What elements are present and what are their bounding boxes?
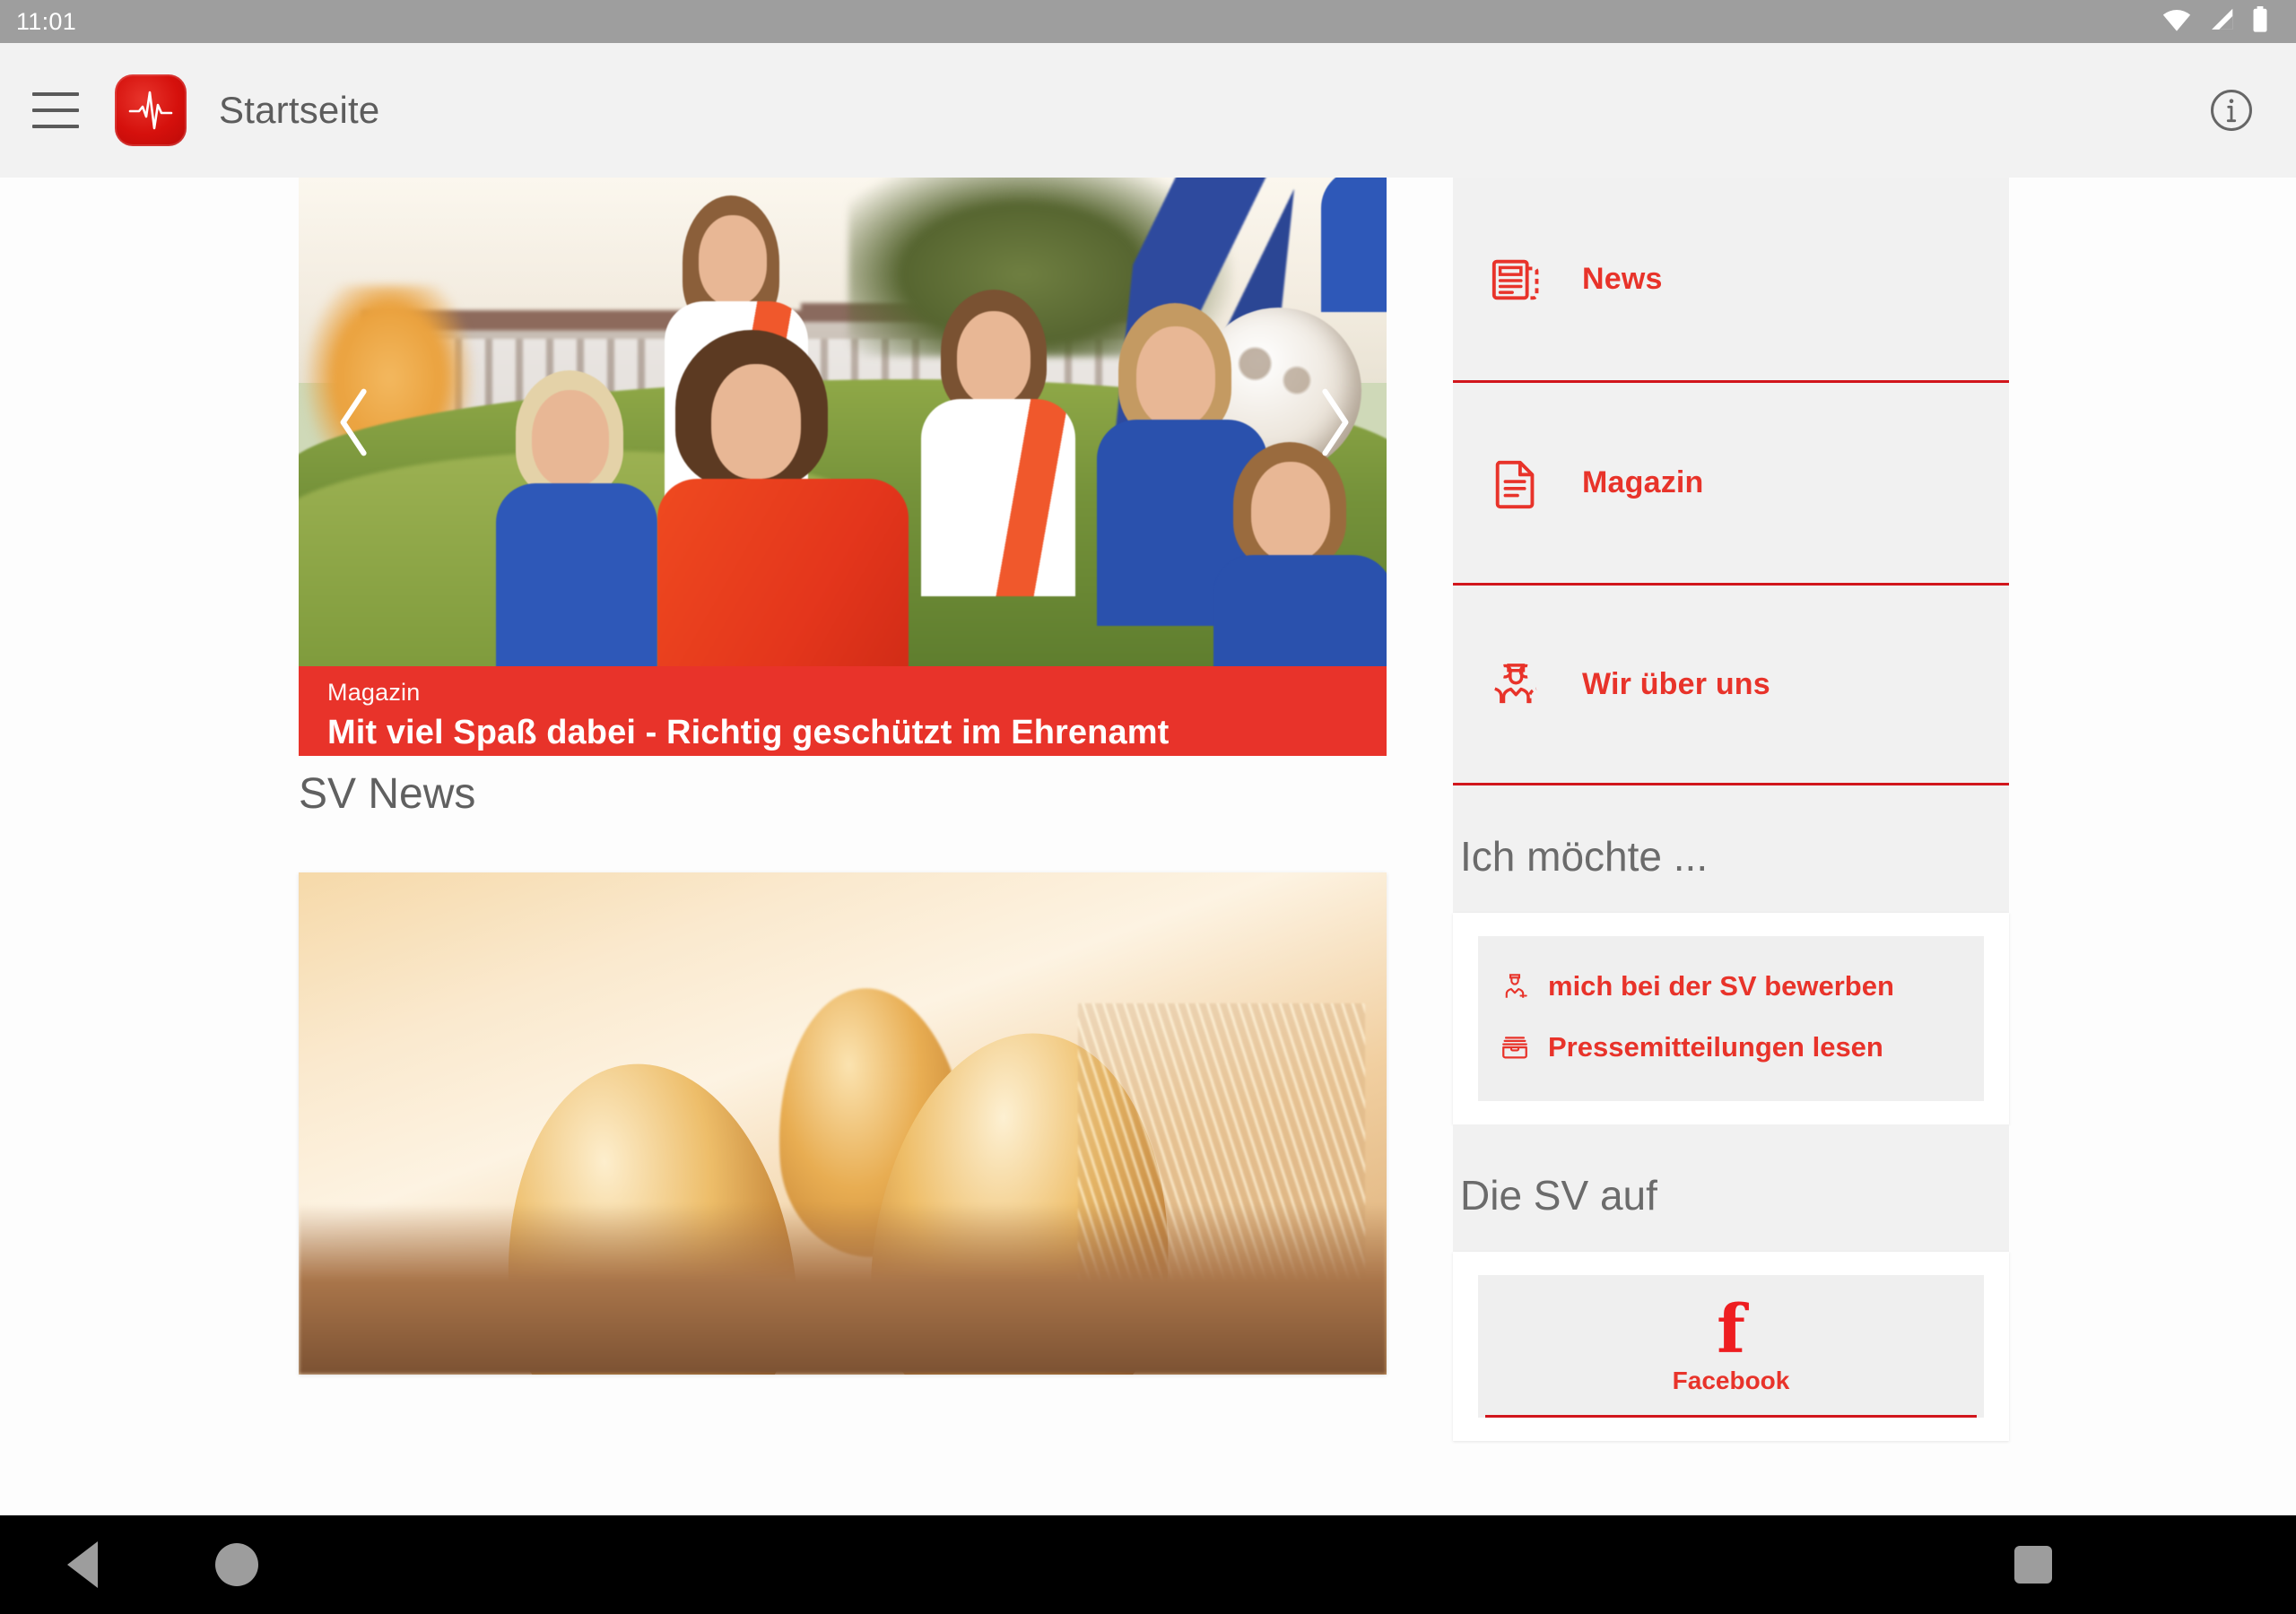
social-tile-facebook-label: Facebook	[1672, 1367, 1790, 1395]
wish-item-pressemitteilungen[interactable]: Pressemitteilungen lesen	[1487, 1017, 1975, 1078]
hero-image	[299, 178, 1387, 666]
system-navigation-bar	[0, 1515, 2296, 1614]
social-tile-facebook[interactable]: f Facebook	[1478, 1275, 1984, 1419]
facebook-f-icon: f	[1717, 1291, 1745, 1368]
sv-news-heading: SV News	[299, 770, 476, 818]
sidebar-item-wir-ueber-uns[interactable]: Wir über uns	[1453, 583, 2009, 785]
news-card[interactable]	[299, 872, 1387, 1375]
carousel-next-button[interactable]	[1302, 373, 1365, 472]
wish-item-bewerben-label: mich bei der SV bewerben	[1548, 970, 1894, 1002]
people-group-icon	[1489, 656, 1544, 712]
social-section: Die SV auf f Facebook	[1453, 1124, 2009, 1442]
home-page: Magazin Mit viel Spaß dabei - Richtig ge…	[0, 178, 2296, 1515]
hero-headline: Mit viel Spaß dabei - Richtig geschützt …	[327, 714, 1170, 751]
wifi-icon	[2161, 7, 2192, 37]
hero-carousel[interactable]	[299, 178, 1387, 666]
recents-square-icon[interactable]	[2014, 1546, 2052, 1584]
sidebar-item-wir-ueber-uns-label: Wir über uns	[1582, 666, 1770, 701]
info-circle-icon[interactable]	[2206, 85, 2257, 135]
wishes-section: Ich möchte ... mich bei der SV bewerben …	[1453, 785, 2009, 1124]
social-heading: Die SV auf	[1460, 1172, 1657, 1219]
chevron-right-icon	[1322, 388, 1349, 456]
status-bar-clock: 11:01	[16, 7, 77, 35]
app-bar: Startseite	[0, 43, 2296, 178]
wishes-panel: mich bei der SV bewerben Pressemitteilun…	[1478, 936, 1984, 1101]
hero-caption[interactable]: Magazin Mit viel Spaß dabei - Richtig ge…	[299, 666, 1387, 756]
hero-category: Magazin	[327, 679, 421, 706]
wish-item-bewerben[interactable]: mich bei der SV bewerben	[1487, 956, 1975, 1017]
status-bar: 11:01	[0, 0, 2296, 43]
battery-icon	[2251, 5, 2269, 38]
status-bar-system-icons	[2161, 5, 2269, 38]
sv-pulse-logo-icon	[115, 74, 187, 146]
applicant-person-icon	[1500, 971, 1530, 1002]
sidebar-item-news[interactable]: News	[1453, 178, 2009, 380]
hamburger-menu-icon[interactable]	[32, 92, 79, 128]
sidebar-item-news-label: News	[1582, 261, 1663, 296]
page-content: Magazin Mit viel Spaß dabei - Richtig ge…	[0, 178, 2296, 1515]
carousel-prev-button[interactable]	[324, 373, 387, 472]
press-tray-icon	[1500, 1032, 1530, 1063]
chevron-left-icon	[340, 388, 367, 456]
home-circle-icon[interactable]	[215, 1543, 258, 1586]
sidebar-item-magazin[interactable]: Magazin	[1453, 380, 2009, 583]
social-tile-underline	[1485, 1415, 1977, 1419]
page-title: Startseite	[219, 89, 380, 131]
quick-nav-list: News Magazin Wir über uns	[1453, 178, 2009, 785]
wishes-card: mich bei der SV bewerben Pressemitteilun…	[1453, 913, 2009, 1124]
document-text-icon	[1489, 456, 1544, 511]
wishes-heading: Ich möchte ...	[1460, 833, 1709, 880]
news-card-image	[299, 872, 1387, 1375]
wish-item-pressemitteilungen-label: Pressemitteilungen lesen	[1548, 1031, 1883, 1063]
sidebar-column: News Magazin Wir über uns Ich möchte ...…	[1453, 178, 2009, 1442]
back-triangle-icon[interactable]	[67, 1541, 98, 1588]
cellular-signal-icon	[2208, 7, 2235, 37]
main-column: Magazin Mit viel Spaß dabei - Richtig ge…	[299, 178, 1387, 756]
social-card: f Facebook	[1453, 1252, 2009, 1442]
sidebar-item-magazin-label: Magazin	[1582, 465, 1704, 499]
newspaper-icon	[1489, 251, 1544, 307]
